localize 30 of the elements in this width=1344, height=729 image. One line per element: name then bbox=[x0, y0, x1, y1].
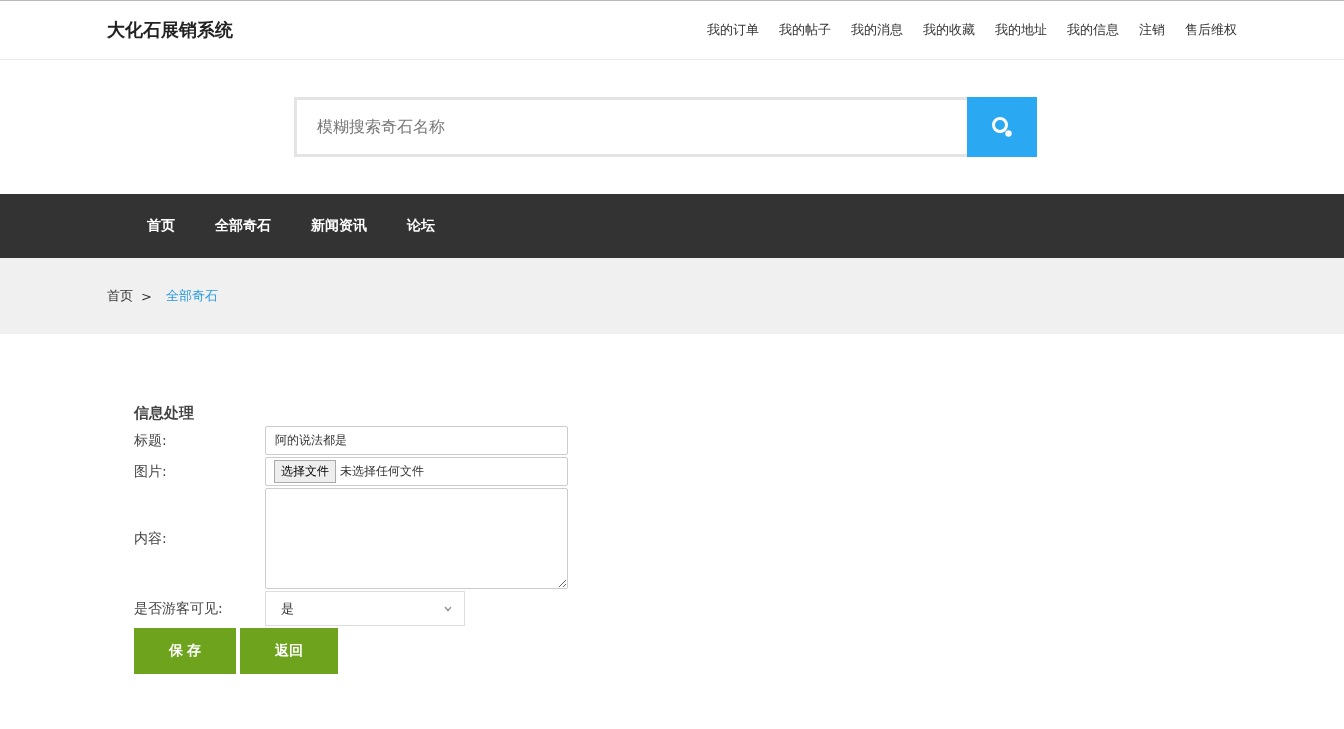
file-status: 未选择任何文件 bbox=[340, 463, 424, 480]
site-title: 大化石展销系统 bbox=[107, 18, 233, 42]
search-icon bbox=[989, 115, 1014, 139]
file-input[interactable]: 选择文件 未选择任何文件 bbox=[265, 457, 568, 486]
visibility-select[interactable]: 是 bbox=[265, 591, 465, 626]
title-input[interactable]: 阿的说法都是 bbox=[265, 426, 568, 455]
user-menu-link[interactable]: 我的消息 bbox=[851, 21, 903, 39]
nav-link[interactable]: 首页 bbox=[147, 217, 175, 235]
search-field[interactable]: 模糊搜索奇石名称 bbox=[293, 97, 967, 157]
user-menu-link[interactable]: 我的订单 bbox=[707, 21, 759, 39]
field-label: 内容: bbox=[134, 529, 168, 548]
nav-link[interactable]: 新闻资讯 bbox=[311, 217, 367, 235]
user-menu-link[interactable]: 注销 bbox=[1139, 21, 1165, 39]
user-menu-link[interactable]: 我的帖子 bbox=[779, 21, 831, 39]
content-textarea[interactable] bbox=[265, 488, 568, 589]
chevron-down-icon bbox=[444, 605, 452, 612]
field-label: 图片: bbox=[134, 462, 168, 481]
nav-link[interactable]: 全部奇石 bbox=[215, 217, 271, 235]
breadcrumb-separator: > bbox=[141, 288, 152, 304]
search-button[interactable] bbox=[966, 97, 1037, 157]
choose-file-button[interactable]: 选择文件 bbox=[274, 460, 336, 483]
user-menu-link[interactable]: 我的信息 bbox=[1067, 21, 1119, 39]
form-title: 信息处理 bbox=[134, 404, 195, 424]
user-menu-link[interactable]: 我的地址 bbox=[995, 21, 1047, 39]
nav-link[interactable]: 论坛 bbox=[407, 217, 435, 235]
user-menu-link[interactable]: 我的收藏 bbox=[923, 21, 975, 39]
field-label: 标题: bbox=[134, 431, 168, 450]
user-menu-link[interactable]: 售后维权 bbox=[1185, 21, 1237, 39]
field-label: 是否游客可见: bbox=[134, 599, 224, 618]
breadcrumb-link[interactable]: 首页 bbox=[107, 287, 133, 305]
